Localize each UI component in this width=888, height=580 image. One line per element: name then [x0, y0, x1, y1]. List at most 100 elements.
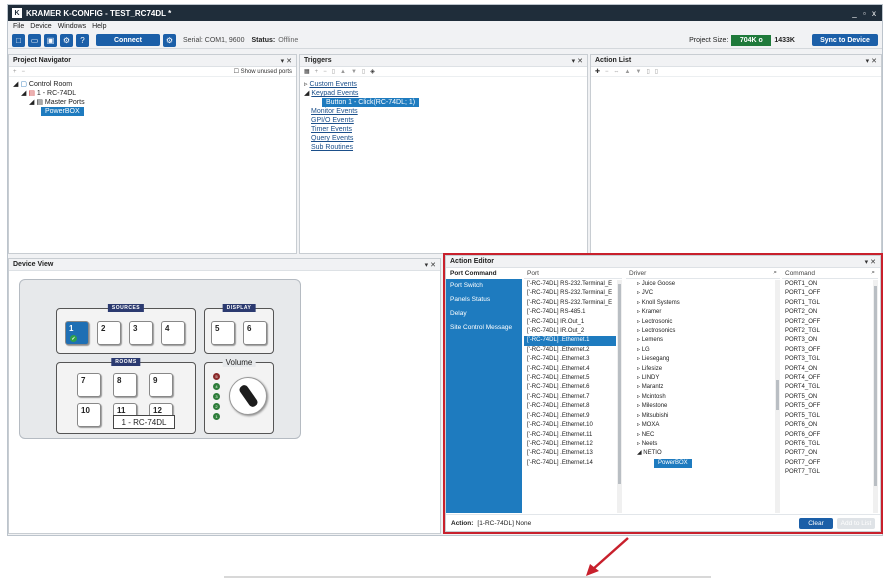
command-item[interactable]: PORT2_ON — [782, 308, 878, 317]
trigger-monitor-events[interactable]: Monitor Events — [304, 107, 583, 116]
link-icon[interactable]: ⇔ — [614, 69, 620, 75]
help-icon[interactable]: ? — [76, 33, 89, 47]
move-down-icon[interactable]: ▼ — [351, 69, 357, 75]
keypad-button-1[interactable]: 1 ✓ — [65, 321, 89, 345]
save-icon[interactable]: ▣ — [44, 33, 57, 47]
command-item[interactable]: PORT1_OFF — [782, 289, 878, 298]
command-item[interactable]: PORT3_TGL — [782, 355, 878, 364]
driver-item[interactable]: ▹ Neets — [634, 440, 780, 449]
driver-search-icon[interactable]: ⌕ — [773, 269, 777, 277]
port-item[interactable]: ['-RC-74DL] RS-232.Terminal_E — [524, 299, 616, 308]
move-up-icon[interactable]: ▲ — [625, 69, 631, 75]
port-item[interactable]: ['-RC-74DL] .Ethernet.9 — [524, 412, 616, 421]
copy-icon[interactable]: ▯ — [646, 68, 649, 75]
keypad-button-10[interactable]: 10 — [77, 403, 101, 427]
trigger-custom-events[interactable]: ▹ Custom Events — [304, 80, 583, 89]
driver-item[interactable]: ▹ Lectrosonic — [634, 318, 780, 327]
command-item[interactable]: PORT5_TGL — [782, 412, 878, 421]
port-item[interactable]: ['-RC-74DL] RS-485.1 — [524, 308, 616, 317]
command-item[interactable]: PORT4_TGL — [782, 383, 878, 392]
command-item[interactable]: PORT4_ON — [782, 365, 878, 374]
port-item[interactable]: ['-RC-74DL] RS-232.Terminal_E — [524, 289, 616, 298]
trigger-button-1[interactable]: Button 1 - Click(RC-74DL; 1) — [304, 98, 583, 107]
port-item[interactable]: ['-RC-74DL] .Ethernet.12 — [524, 440, 616, 449]
port-scrollbar[interactable] — [617, 280, 622, 513]
driver-item[interactable]: ▹ Lemens — [634, 336, 780, 345]
open-project-icon[interactable]: ▭ — [28, 33, 41, 47]
command-item[interactable]: PORT7_ON — [782, 449, 878, 458]
port-item[interactable]: ['-RC-74DL] .Ethernet.10 — [524, 421, 616, 430]
command-item[interactable]: PORT1_ON — [782, 280, 878, 289]
port-item[interactable]: ['-RC-74DL] .Ethernet.4 — [524, 365, 616, 374]
paste-icon[interactable]: ▯ — [655, 68, 658, 75]
command-search-icon[interactable]: ⌕ — [871, 269, 875, 277]
driver-item[interactable]: ▹ NEC — [634, 431, 780, 440]
port-item[interactable]: ['-RC-74DL] .Ethernet.14 — [524, 459, 616, 468]
command-item[interactable]: PORT2_TGL — [782, 327, 878, 336]
port-item-selected[interactable]: ['-RC-74DL] .Ethernet.1 — [524, 336, 616, 346]
menu-device[interactable]: Device — [30, 23, 51, 30]
tree-item-control-room[interactable]: ◢ ▢ Control Room — [13, 80, 292, 89]
port-item[interactable]: ['-RC-74DL] .Ethernet.6 — [524, 383, 616, 392]
connect-button[interactable]: Connect — [96, 34, 160, 46]
menu-help[interactable]: Help — [92, 23, 106, 30]
driver-item[interactable]: ▹ Marantz — [634, 383, 780, 392]
category-delay[interactable]: Delay — [446, 307, 522, 321]
trigger-gpio-events[interactable]: GPI/O Events — [304, 116, 583, 125]
grid-icon[interactable]: ▦ — [304, 68, 310, 75]
tree-item-master-ports[interactable]: ◢ ▤ Master Ports — [13, 98, 292, 107]
category-port-command[interactable]: Port Command — [446, 268, 522, 279]
add-icon[interactable]: ✚ — [595, 68, 600, 75]
command-item[interactable]: PORT7_OFF — [782, 459, 878, 468]
command-item[interactable]: PORT4_OFF — [782, 374, 878, 383]
remove-icon[interactable]: − — [323, 69, 327, 75]
keypad-button-5[interactable]: 5 — [211, 321, 235, 345]
driver-item[interactable]: ▹ LINDY — [634, 374, 780, 383]
volume-knob[interactable] — [229, 377, 267, 415]
tree-item-powerbox[interactable]: PowerBOX — [13, 107, 292, 116]
driver-item[interactable]: ▹ Knoll Systems — [634, 299, 780, 308]
command-item[interactable]: PORT5_ON — [782, 393, 878, 402]
tag-icon[interactable]: ◈ — [370, 68, 375, 75]
panel-menu-close-icon[interactable]: ▾ ✕ — [865, 258, 876, 266]
add-icon[interactable]: + — [13, 69, 17, 75]
driver-item[interactable]: ▹ Milestone — [634, 402, 780, 411]
driver-item[interactable]: ◢ NETIO — [634, 449, 780, 458]
trigger-query-events[interactable]: Query Events — [304, 134, 583, 143]
driver-item[interactable]: ▹ JVC — [634, 289, 780, 298]
category-panels-status[interactable]: Panels Status — [446, 293, 522, 307]
port-item[interactable]: ['-RC-74DL] RS-232.Terminal_E — [524, 280, 616, 289]
keypad-button-6[interactable]: 6 — [243, 321, 267, 345]
tree-item-device[interactable]: ◢ ▤ 1 - RC-74DL — [13, 89, 292, 98]
panel-menu-close-icon[interactable]: ▾ ✕ — [866, 57, 877, 65]
command-item[interactable]: PORT2_OFF — [782, 318, 878, 327]
command-item[interactable]: PORT6_TGL — [782, 440, 878, 449]
category-site-control-message[interactable]: Site Control Message — [446, 321, 522, 335]
port-item[interactable]: ['-RC-74DL] .Ethernet.3 — [524, 355, 616, 364]
port-item[interactable]: ['-RC-74DL] .Ethernet.11 — [524, 431, 616, 440]
driver-item[interactable]: ▹ Lectrosonics — [634, 327, 780, 336]
menu-windows[interactable]: Windows — [58, 23, 86, 30]
menu-file[interactable]: File — [13, 23, 24, 30]
port-item[interactable]: ['-RC-74DL] IR.Out_2 — [524, 327, 616, 336]
driver-item[interactable]: ▹ Juice Goose — [634, 280, 780, 289]
trigger-keypad-events[interactable]: ◢ Keypad Events — [304, 89, 583, 98]
port-item[interactable]: ['-RC-74DL] .Ethernet.2 — [524, 346, 616, 355]
move-down-icon[interactable]: ▼ — [636, 69, 642, 75]
show-unused-checkbox[interactable]: ☐ Show unused ports — [234, 68, 292, 75]
trigger-timer-events[interactable]: Timer Events — [304, 125, 583, 134]
driver-item[interactable]: ▹ Mitsubishi — [634, 412, 780, 421]
command-item[interactable]: PORT1_TGL — [782, 299, 878, 308]
keypad-button-4[interactable]: 4 — [161, 321, 185, 345]
driver-item[interactable]: ▹ Kramer — [634, 308, 780, 317]
command-item[interactable]: PORT6_ON — [782, 421, 878, 430]
driver-item[interactable]: ▹ LG — [634, 346, 780, 355]
category-port-switch[interactable]: Port Switch — [446, 279, 522, 293]
keypad-button-7[interactable]: 7 — [77, 373, 101, 397]
remove-icon[interactable]: − — [22, 69, 26, 75]
add-to-list-button[interactable]: Add to List — [837, 517, 875, 529]
keypad-button-2[interactable]: 2 — [97, 321, 121, 345]
driver-item[interactable]: ▹ Liesegang — [634, 355, 780, 364]
copy-icon[interactable]: ▯ — [332, 68, 335, 75]
sync-to-device-button[interactable]: Sync to Device — [812, 34, 878, 46]
